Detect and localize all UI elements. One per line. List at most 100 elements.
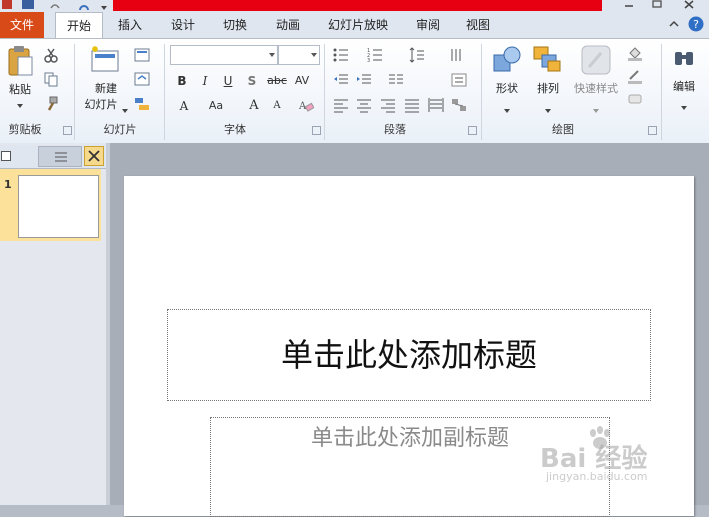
shape-outline-icon[interactable]: [627, 68, 643, 84]
increase-indent-icon[interactable]: [356, 72, 372, 88]
close-icon[interactable]: [682, 0, 696, 9]
shape-effects-icon[interactable]: [627, 91, 643, 107]
distributed-icon[interactable]: [428, 97, 444, 113]
shapes-icon[interactable]: [492, 45, 522, 75]
new-slide-icon[interactable]: [89, 45, 121, 75]
red-banner: [113, 0, 602, 11]
quick-styles-icon[interactable]: [581, 45, 611, 75]
paragraph-group-label: 段落: [384, 123, 406, 136]
editing-dropdown-icon[interactable]: [681, 100, 687, 110]
align-left-icon[interactable]: [333, 97, 349, 113]
clipboard-launcher-icon[interactable]: [63, 126, 72, 135]
bold-button[interactable]: B: [173, 72, 191, 90]
group-divider: [661, 44, 662, 140]
outline-icon: [55, 152, 67, 162]
bullets-icon[interactable]: [333, 47, 349, 63]
clipboard-group-label: 剪贴板: [8, 123, 42, 136]
tab-review[interactable]: 审阅: [408, 12, 448, 38]
quick-styles-dropdown-icon[interactable]: [593, 103, 599, 113]
shapes-button[interactable]: 形状: [487, 82, 527, 96]
copy-icon[interactable]: [43, 71, 59, 87]
font-color-button[interactable]: A: [175, 97, 193, 115]
arrange-dropdown-icon[interactable]: [545, 103, 551, 113]
justify-icon[interactable]: [404, 97, 420, 113]
grow-font-button[interactable]: A: [245, 97, 263, 115]
section-icon[interactable]: [134, 96, 150, 112]
clear-formatting-icon[interactable]: A: [298, 97, 315, 113]
binoculars-icon[interactable]: [672, 46, 696, 70]
editing-button[interactable]: 编辑: [665, 80, 703, 94]
drawing-group-label: 绘图: [552, 123, 574, 136]
font-size-combo[interactable]: [278, 45, 320, 65]
reset-icon[interactable]: [134, 71, 150, 87]
tab-slideshow[interactable]: 幻灯片放映: [320, 12, 396, 38]
format-painter-icon[interactable]: [43, 96, 59, 112]
tab-transitions[interactable]: 切换: [215, 12, 255, 38]
redo-icon[interactable]: [78, 0, 90, 11]
tab-file[interactable]: 文件: [0, 12, 44, 38]
font-launcher-icon[interactable]: [312, 126, 321, 135]
smartart-icon[interactable]: [451, 97, 467, 113]
cut-icon[interactable]: [43, 47, 59, 63]
decrease-indent-icon[interactable]: [333, 72, 349, 88]
italic-button[interactable]: I: [196, 72, 214, 90]
close-pane-button[interactable]: [84, 146, 104, 166]
svg-text:3: 3: [367, 58, 370, 63]
tab-animations[interactable]: 动画: [268, 12, 308, 38]
quick-styles-button[interactable]: 快速样式: [570, 82, 622, 96]
slides-group-label: 幻灯片: [103, 123, 137, 136]
new-slide-label-1[interactable]: 新建: [84, 82, 128, 96]
strikethrough-button[interactable]: abc: [265, 72, 289, 90]
slide-number: 1: [4, 178, 12, 191]
new-slide-label-2[interactable]: 幻灯片: [80, 98, 122, 112]
app-icon: [2, 0, 12, 9]
group-divider: [481, 44, 482, 140]
align-center-icon[interactable]: [356, 97, 372, 113]
arrange-icon[interactable]: [532, 45, 562, 75]
title-placeholder-text[interactable]: 单击此处添加标题: [167, 330, 651, 376]
numbering-icon[interactable]: 123: [367, 47, 383, 64]
layout-icon[interactable]: [134, 47, 150, 63]
minimize-icon[interactable]: [622, 0, 636, 9]
outline-tab[interactable]: [38, 146, 82, 167]
paste-dropdown-icon[interactable]: [17, 98, 23, 108]
tab-design[interactable]: 设计: [163, 12, 203, 38]
align-text-icon[interactable]: [451, 72, 467, 88]
shadow-button[interactable]: S: [243, 72, 261, 90]
align-right-icon[interactable]: [380, 97, 396, 113]
shape-fill-icon[interactable]: [627, 45, 643, 61]
tab-home[interactable]: 开始: [55, 12, 103, 38]
customize-toolbar-icon[interactable]: [100, 0, 108, 10]
columns-icon[interactable]: [388, 72, 404, 88]
close-pane-icon: [88, 150, 100, 162]
change-case-button[interactable]: Aa: [205, 97, 227, 115]
slide-thumbnail[interactable]: [18, 175, 99, 238]
paste-button[interactable]: 粘贴: [2, 83, 38, 97]
group-divider: [74, 44, 75, 140]
help-icon[interactable]: ?: [688, 16, 704, 32]
shapes-dropdown-icon[interactable]: [504, 103, 510, 113]
char-spacing-button[interactable]: AV: [292, 72, 312, 90]
maximize-icon[interactable]: [650, 0, 664, 9]
group-divider: [324, 44, 325, 140]
new-slide-dropdown-icon[interactable]: [122, 103, 128, 113]
collapse-ribbon-icon[interactable]: [668, 18, 680, 30]
shrink-font-button[interactable]: A: [268, 97, 286, 115]
undo-icon[interactable]: [50, 0, 60, 9]
underline-button[interactable]: U: [219, 72, 237, 90]
arrange-button[interactable]: 排列: [528, 82, 568, 96]
text-direction-icon[interactable]: [449, 47, 465, 63]
tab-view[interactable]: 视图: [458, 12, 498, 38]
group-divider: [164, 44, 165, 140]
drawing-launcher-icon[interactable]: [648, 126, 657, 135]
paste-icon[interactable]: [6, 45, 34, 79]
slides-tab-icon[interactable]: [1, 150, 11, 161]
paragraph-launcher-icon[interactable]: [468, 126, 477, 135]
font-group-label: 字体: [224, 123, 246, 136]
save-icon[interactable]: [22, 0, 34, 9]
tab-insert[interactable]: 插入: [110, 12, 150, 38]
font-name-combo[interactable]: [170, 45, 278, 65]
line-spacing-icon[interactable]: [409, 47, 425, 63]
svg-text:?: ?: [693, 18, 699, 31]
watermark-site: jingyan.baidu.com: [546, 470, 648, 483]
